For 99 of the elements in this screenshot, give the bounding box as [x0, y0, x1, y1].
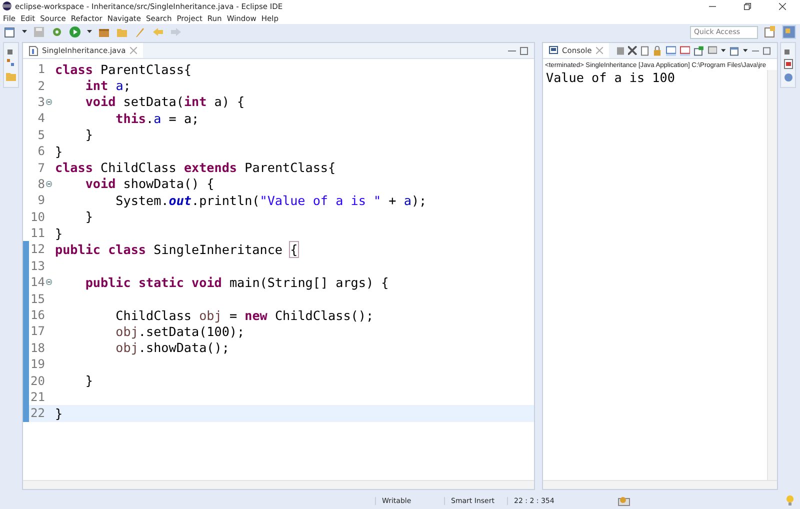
variable-token: obj: [199, 308, 222, 323]
code-text: }: [85, 373, 93, 388]
maximize-icon[interactable]: [763, 46, 771, 54]
field-token: a: [404, 192, 412, 208]
line-number: 20: [30, 374, 45, 388]
keyword-token: new: [244, 308, 268, 323]
line-number: 7: [36, 160, 45, 175]
code-text: setData(: [123, 94, 184, 110]
line-number: 6: [36, 144, 45, 158]
caret-icon[interactable]: [22, 30, 27, 34]
line-number: 12: [30, 242, 45, 256]
line-number: 9: [36, 193, 45, 208]
code-text: }: [55, 226, 63, 241]
code-text: +: [388, 192, 396, 208]
keyword-token: this: [116, 110, 146, 126]
code-text: =: [229, 308, 238, 323]
line-number: 19: [30, 357, 45, 372]
keyword-token: int: [184, 94, 207, 110]
keyword-token: void: [192, 274, 222, 290]
keyword-token: void: [85, 176, 116, 192]
java-file-icon: [29, 46, 38, 56]
close-icon[interactable]: [779, 2, 786, 10]
scrollbar[interactable]: [767, 70, 777, 480]
line-number: 3: [36, 94, 45, 109]
line-number: 15: [30, 292, 45, 306]
fold-icon[interactable]: [46, 98, 52, 105]
run-icon[interactable]: [69, 26, 81, 38]
line-number: 5: [36, 128, 45, 142]
console-output: Value of a is 100: [546, 70, 676, 85]
new-file-icon[interactable]: [4, 26, 16, 38]
code-text: );: [411, 192, 427, 208]
static-field-token: out: [168, 192, 192, 208]
code-text: }: [55, 406, 63, 421]
code-text: .setData(100);: [138, 324, 245, 339]
field-token: a: [154, 110, 162, 126]
line-number: 22: [30, 406, 45, 420]
code-text: showData() {: [123, 176, 214, 192]
code-text: }: [85, 127, 93, 142]
code-text: main(String[] args) {: [229, 274, 389, 290]
variable-token: obj: [116, 340, 138, 356]
line-number: 10: [30, 210, 45, 224]
code-text: ChildClass: [100, 160, 176, 176]
remove-icon[interactable]: [628, 46, 637, 55]
keyword-token: int: [85, 78, 108, 94]
perspective-icon[interactable]: [764, 26, 776, 38]
code-text: SingleInheritance: [154, 242, 283, 257]
string-literal: "Value of a is ": [260, 192, 382, 208]
code-text: .: [146, 110, 154, 126]
code-text: = a;: [168, 110, 200, 126]
fold-icon[interactable]: [46, 180, 52, 187]
package-icon[interactable]: [98, 26, 110, 38]
line-number: 14: [30, 275, 45, 290]
caret-icon[interactable]: [743, 48, 748, 52]
keyword-token: void: [85, 94, 116, 110]
line-number: 17: [30, 324, 45, 338]
code-text: a) {: [214, 94, 245, 110]
keyword-token: public: [55, 242, 100, 257]
variable-token: obj: [116, 324, 138, 339]
caret-icon[interactable]: [721, 48, 726, 52]
keyword-token: extends: [184, 160, 238, 176]
field-token: a: [116, 78, 124, 94]
new-window-icon[interactable]: [730, 46, 740, 56]
caret-icon[interactable]: [87, 30, 92, 34]
keyword-token: public: [85, 274, 131, 290]
line-number: 1: [36, 62, 45, 76]
monitor-icon[interactable]: [708, 46, 718, 56]
fold-icon[interactable]: [46, 279, 52, 286]
line-number: 18: [30, 340, 45, 355]
restore-icon[interactable]: [744, 2, 751, 10]
line-number: 13: [30, 258, 45, 273]
code-text: ChildClass();: [274, 308, 374, 323]
code-text: ;: [123, 78, 131, 94]
code-text: }: [55, 144, 63, 159]
java-perspective-icon[interactable]: [782, 25, 796, 39]
line-number: 4: [36, 111, 45, 126]
monitor-icon: [549, 46, 558, 55]
line-number: 8: [36, 176, 45, 191]
scrollbar[interactable]: [23, 480, 534, 489]
line-number: 2: [36, 78, 45, 93]
keyword-token: class: [108, 242, 146, 257]
matched-bracket: {: [290, 242, 298, 257]
line-number: 16: [30, 308, 45, 322]
line-number: 11: [30, 226, 45, 240]
stop-icon[interactable]: [616, 46, 624, 54]
keyword-token: static: [138, 274, 184, 290]
code-text: .println(: [192, 192, 260, 208]
code-text: System.: [116, 192, 169, 208]
maximize-icon[interactable]: [520, 46, 528, 54]
lock-icon[interactable]: [653, 46, 662, 56]
code-text: ParentClass{: [100, 62, 192, 77]
code-text: .showData();: [138, 340, 230, 356]
line-number: 21: [30, 390, 45, 404]
lightbulb-icon[interactable]: [786, 495, 794, 506]
code-text: }: [85, 209, 93, 224]
keyword-token: class: [55, 62, 93, 77]
scrollbar[interactable]: [543, 480, 777, 489]
code-text: ParentClass{: [244, 160, 336, 176]
code-text: ChildClass: [116, 308, 192, 323]
keyword-token: class: [55, 160, 93, 176]
